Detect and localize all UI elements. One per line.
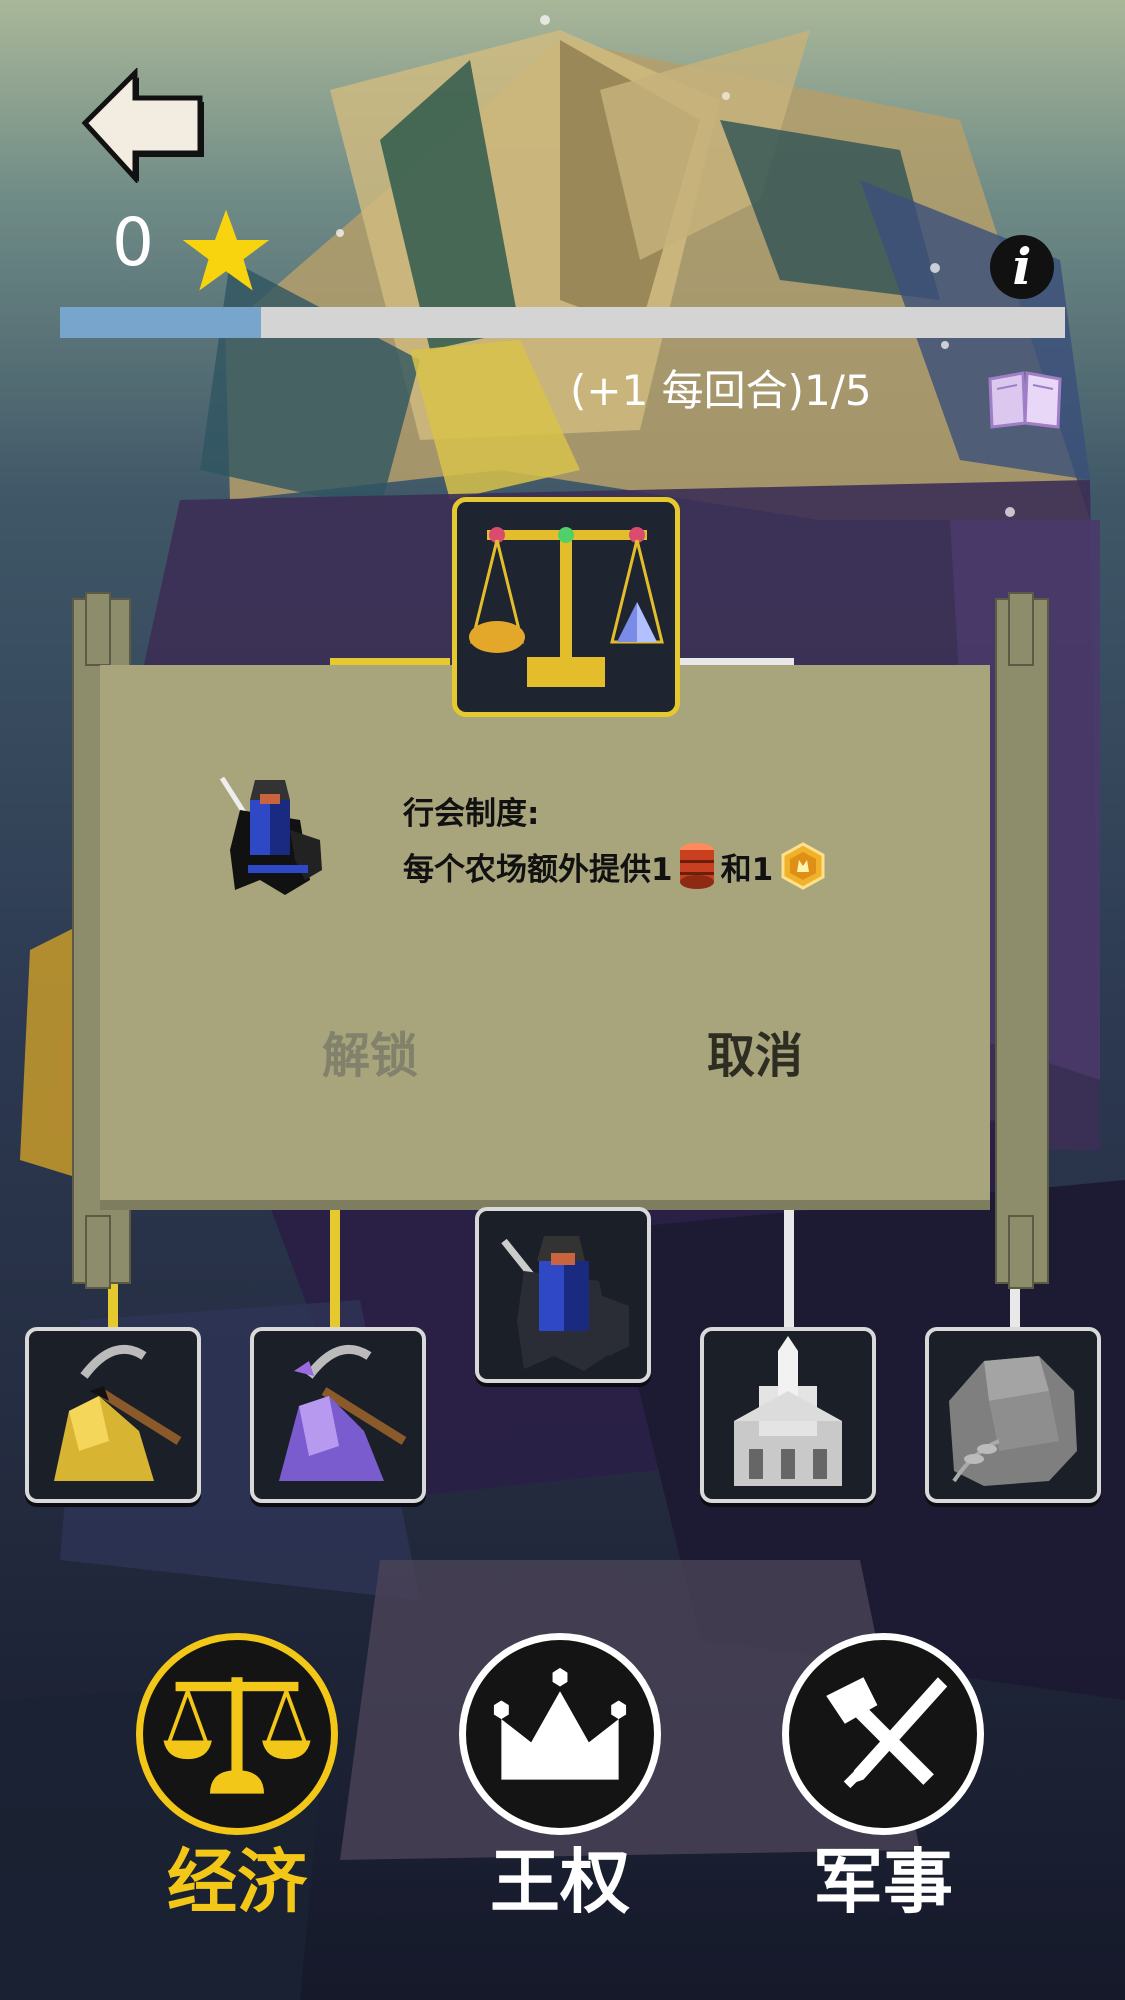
description-prefix: 每个农场额外提供1 xyxy=(403,851,673,888)
back-button[interactable] xyxy=(80,66,205,185)
gold-pickaxe-icon xyxy=(54,1344,182,1481)
gold-coin-icon xyxy=(779,842,827,890)
tab-label: 经济 xyxy=(167,1841,307,1923)
scale-icon xyxy=(136,1633,338,1835)
tree-connector xyxy=(330,1195,340,1330)
book-icon[interactable] xyxy=(985,365,1065,429)
barrel-icon xyxy=(679,842,715,890)
knight-icon xyxy=(210,770,325,900)
star-icon xyxy=(180,205,272,297)
star-count: 0 xyxy=(112,204,154,281)
turn-counter: (+1 每回合)1/5 xyxy=(570,366,872,415)
selected-tech-node[interactable] xyxy=(452,497,680,717)
scroll-rod-cap xyxy=(85,1215,111,1289)
scroll-rod-cap xyxy=(85,592,111,666)
scroll-rod-cap xyxy=(1008,1215,1034,1289)
crown-icon xyxy=(459,1633,661,1835)
crystal-pickaxe-icon xyxy=(279,1344,407,1481)
scroll-rod-cap xyxy=(1008,592,1034,666)
tab-label: 王权 xyxy=(490,1841,630,1923)
tab-economy[interactable]: 经济 xyxy=(132,1633,342,1917)
tech-dialog xyxy=(100,665,990,1200)
tech-node-gold-mining[interactable] xyxy=(25,1327,201,1503)
progress-fill xyxy=(60,307,261,338)
stone-icon xyxy=(949,1356,1077,1486)
balance-scale-icon xyxy=(469,527,664,687)
tech-node-knight[interactable] xyxy=(475,1207,651,1383)
tech-name: 行会制度: xyxy=(403,796,540,832)
tab-label: 军事 xyxy=(813,1841,953,1923)
progress-bar xyxy=(60,307,1065,338)
tab-military[interactable]: 军事 xyxy=(778,1633,988,1917)
info-icon[interactable]: i xyxy=(990,235,1054,299)
tree-connector xyxy=(784,1195,794,1330)
back-arrow-icon xyxy=(81,66,204,185)
castle-icon xyxy=(734,1336,842,1486)
tech-node-crystal-mining[interactable] xyxy=(250,1327,426,1503)
tech-description: 每个农场额外提供1 和1 xyxy=(403,842,827,890)
crossed-weapons-icon xyxy=(782,1633,984,1835)
scroll-rod-right xyxy=(995,598,1049,1284)
tab-royalty[interactable]: 王权 xyxy=(455,1633,665,1917)
tech-node-castle[interactable] xyxy=(700,1327,876,1503)
tech-node-stone[interactable] xyxy=(925,1327,1101,1503)
knight-icon xyxy=(501,1236,629,1371)
cancel-button[interactable]: 取消 xyxy=(690,1015,820,1087)
unlock-button[interactable]: 解锁 xyxy=(310,1015,430,1087)
description-middle: 和1 xyxy=(720,851,774,888)
